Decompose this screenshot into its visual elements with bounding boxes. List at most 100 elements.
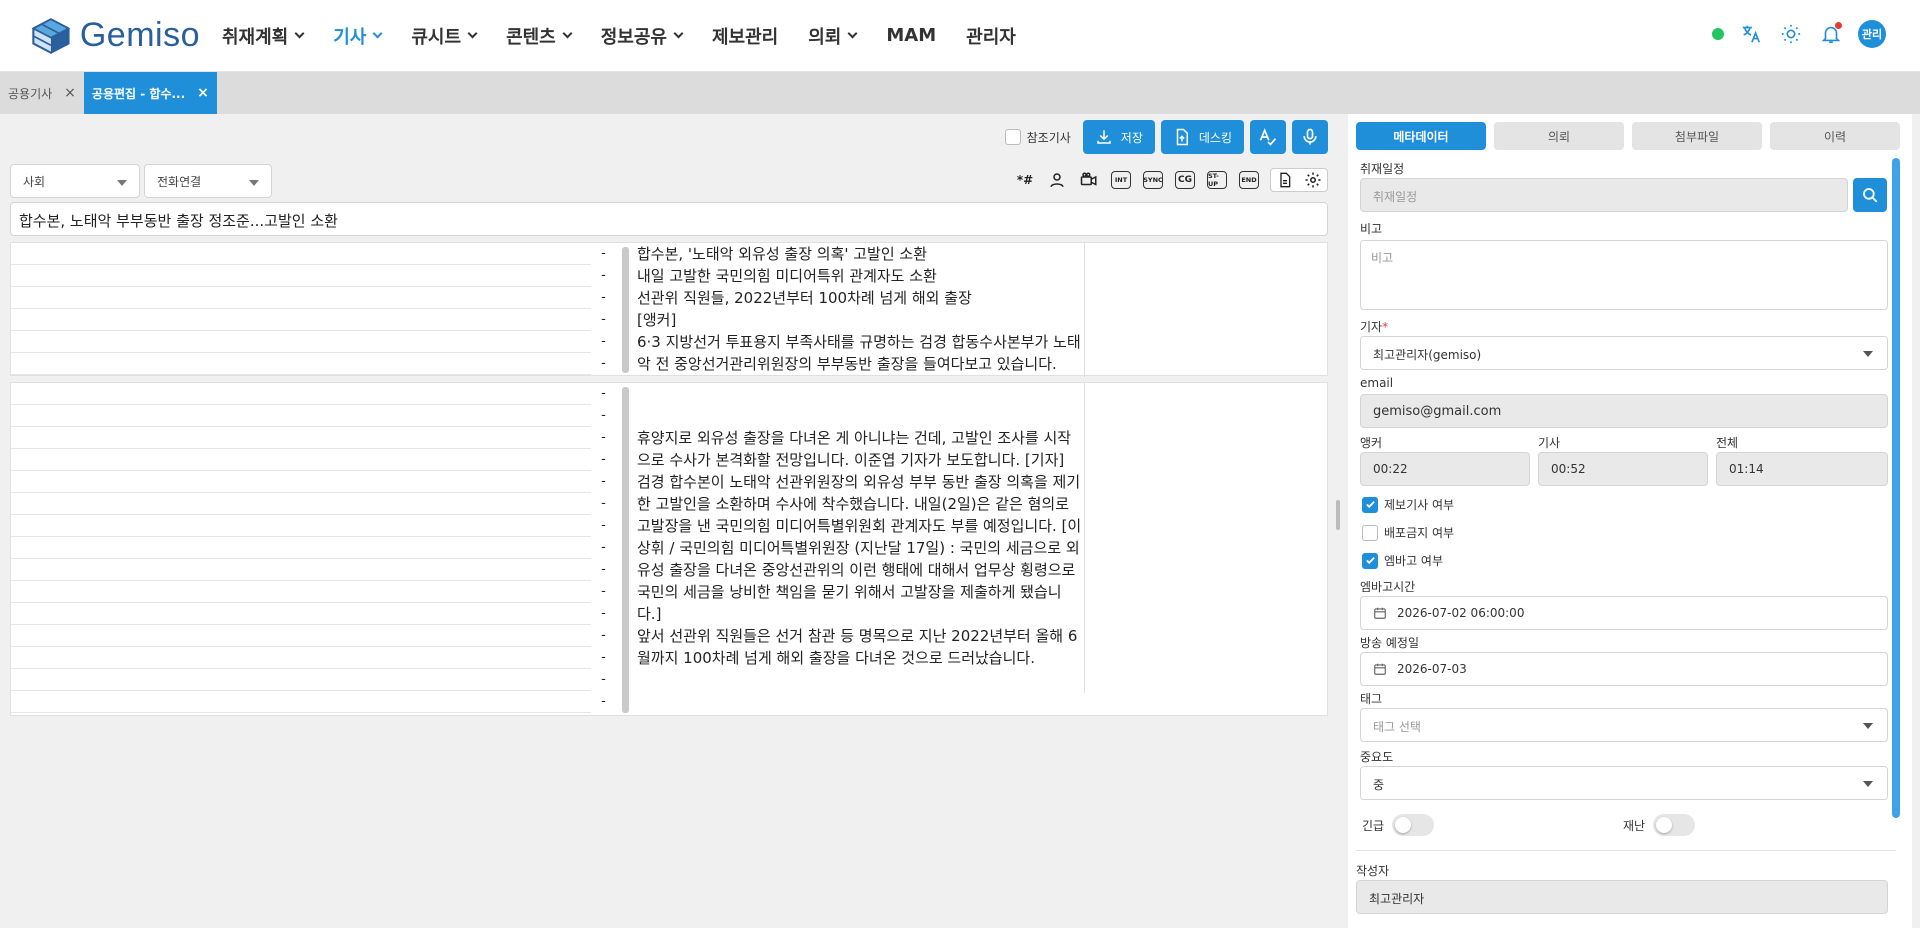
- menu-item-share[interactable]: 정보공유: [601, 23, 684, 49]
- video-column[interactable]: [11, 383, 591, 713]
- person-icon[interactable]: [1046, 169, 1068, 191]
- gear-icon[interactable]: [1302, 169, 1324, 191]
- checkbox[interactable]: [1362, 496, 1378, 513]
- panel-splitter[interactable]: [1336, 500, 1340, 530]
- bell-icon[interactable]: [1818, 21, 1844, 47]
- video-cell[interactable]: [11, 383, 591, 405]
- embargo-time-label: 엠바고시간: [1360, 580, 1416, 594]
- search-button[interactable]: [1853, 178, 1887, 212]
- int-icon[interactable]: INT: [1110, 169, 1132, 191]
- tab-history[interactable]: 이력: [1770, 122, 1900, 150]
- schedule-label: 취재일정: [1360, 162, 1405, 176]
- article-duration-field[interactable]: 00:52: [1538, 452, 1708, 486]
- tab-attachments[interactable]: 첨부파일: [1632, 122, 1762, 150]
- broadcast-date-input[interactable]: 2026-07-03: [1360, 652, 1888, 686]
- video-cell[interactable]: [11, 625, 591, 647]
- avatar[interactable]: 관리: [1858, 20, 1886, 48]
- end-icon[interactable]: END: [1238, 169, 1260, 191]
- video-cell[interactable]: [11, 581, 591, 603]
- note-textarea[interactable]: 비고: [1360, 240, 1888, 310]
- tab-shared-edit[interactable]: 공용편집 - 합수... ×: [83, 72, 217, 114]
- metadata-panel: 메타데이터 의뢰 첨부파일 이력 취재일정 취재일정 비고 비고 기자* 최고관…: [1348, 114, 1912, 928]
- menu-item-request[interactable]: 의뢰: [808, 23, 858, 49]
- tag-select[interactable]: 태그 선택: [1360, 708, 1888, 742]
- video-cell[interactable]: [11, 405, 591, 427]
- block-drag-handle[interactable]: [622, 247, 629, 373]
- video-cell[interactable]: [11, 353, 591, 375]
- checkbox[interactable]: [1004, 129, 1021, 145]
- video-cell[interactable]: [11, 243, 591, 265]
- no-distribution-checkbox[interactable]: 배포금지 여부: [1362, 524, 1454, 541]
- importance-select[interactable]: 중: [1360, 766, 1888, 800]
- video-cell[interactable]: [11, 427, 591, 449]
- embargo-checkbox[interactable]: 엠바고 여부: [1362, 552, 1443, 569]
- video-cell[interactable]: [11, 493, 591, 515]
- email-field[interactable]: gemiso@gmail.com: [1360, 394, 1888, 428]
- cg-icon[interactable]: CG: [1174, 169, 1196, 191]
- video-cell[interactable]: [11, 515, 591, 537]
- category-select[interactable]: 사회: [10, 164, 140, 198]
- checkbox[interactable]: [1362, 552, 1378, 569]
- video-cell[interactable]: [11, 287, 591, 309]
- video-cell[interactable]: [11, 669, 591, 691]
- close-icon[interactable]: ×: [64, 86, 76, 100]
- save-button[interactable]: 저장: [1082, 120, 1155, 154]
- reference-article-checkbox[interactable]: 참조기사: [1004, 129, 1071, 146]
- anchor-duration-field[interactable]: 00:22: [1360, 452, 1530, 486]
- scrollbar[interactable]: [1892, 158, 1900, 818]
- video-cell[interactable]: [11, 559, 591, 581]
- menu-item-admin[interactable]: 관리자: [966, 23, 1016, 49]
- video-cell[interactable]: [11, 603, 591, 625]
- close-icon[interactable]: ×: [197, 86, 209, 100]
- tab-shared-article[interactable]: 공용기사 ×: [0, 72, 84, 114]
- menu-item-cuesheet[interactable]: 큐시트: [411, 23, 478, 49]
- video-cell[interactable]: [11, 647, 591, 669]
- microphone-button[interactable]: [1292, 120, 1328, 154]
- menu-item-article[interactable]: 기사: [333, 23, 383, 49]
- video-cell[interactable]: [11, 309, 591, 331]
- logo[interactable]: Gemiso: [30, 14, 200, 58]
- video-cell[interactable]: [11, 471, 591, 493]
- menu-item-tips[interactable]: 제보관리: [712, 23, 778, 49]
- embargo-time-input[interactable]: 2026-07-02 06:00:00: [1360, 596, 1888, 630]
- spellcheck-button[interactable]: [1250, 120, 1286, 154]
- video-cell[interactable]: [11, 449, 591, 471]
- menu-item-plan[interactable]: 취재계획: [222, 23, 305, 49]
- video-cell[interactable]: [11, 331, 591, 353]
- connection-type-select[interactable]: 전화연결: [144, 164, 272, 198]
- script-line: 합수본, '노태악 외유성 출장 의혹' 고발인 소환: [637, 245, 928, 263]
- article-duration-label: 기사: [1538, 436, 1561, 450]
- video-camera-icon[interactable]: [1078, 169, 1100, 191]
- checkbox[interactable]: [1362, 524, 1378, 541]
- video-cell[interactable]: [11, 537, 591, 559]
- hash-icon[interactable]: *#: [1014, 169, 1036, 191]
- article-title-input[interactable]: 합수본, 노태악 부부동반 출장 정조준...고발인 소환: [10, 202, 1328, 236]
- urgent-toggle[interactable]: [1392, 814, 1435, 836]
- total-duration-field[interactable]: 01:14: [1716, 452, 1888, 486]
- menu-item-mam[interactable]: MAM: [886, 25, 936, 46]
- stup-icon[interactable]: ST-UP: [1206, 169, 1228, 191]
- video-cell[interactable]: [11, 691, 591, 713]
- theme-sun-icon[interactable]: [1778, 21, 1804, 47]
- translate-icon[interactable]: [1738, 21, 1764, 47]
- tab-metadata[interactable]: 메타데이터: [1356, 122, 1486, 150]
- author-field[interactable]: 최고관리자: [1356, 880, 1888, 914]
- tip-article-checkbox[interactable]: 제보기사 여부: [1362, 496, 1454, 513]
- int-label: INT: [1111, 171, 1131, 189]
- sync-icon[interactable]: SYNC: [1142, 169, 1164, 191]
- reporter-select[interactable]: 최고관리자(gemiso): [1360, 336, 1888, 370]
- disaster-toggle[interactable]: [1653, 814, 1696, 836]
- total-duration-label: 전체: [1716, 436, 1739, 450]
- block-drag-handle[interactable]: [622, 387, 629, 713]
- tab-request[interactable]: 의뢰: [1494, 122, 1624, 150]
- document-icon[interactable]: [1274, 169, 1296, 191]
- script-text[interactable]: 휴양지로 외유성 출장을 다녀온 게 아니냐는 건데, 고발인 조사를 시작으로…: [631, 383, 1085, 693]
- script-text[interactable]: 합수본, '노태악 외유성 출장 의혹' 고발인 소환 내일 고발한 국민의힘 …: [631, 243, 1085, 377]
- desking-button[interactable]: 데스킹: [1160, 120, 1244, 154]
- video-column[interactable]: [11, 243, 591, 375]
- checkbox-label: 배포금지 여부: [1384, 526, 1455, 540]
- schedule-input[interactable]: 취재일정: [1360, 178, 1848, 212]
- video-cell[interactable]: [11, 265, 591, 287]
- script-line: 6·3 지방선거 투표용지 부족사태를 규명하는 검경 합동수사본부가 노태악 …: [637, 333, 1081, 373]
- menu-item-content[interactable]: 콘텐츠: [506, 23, 573, 49]
